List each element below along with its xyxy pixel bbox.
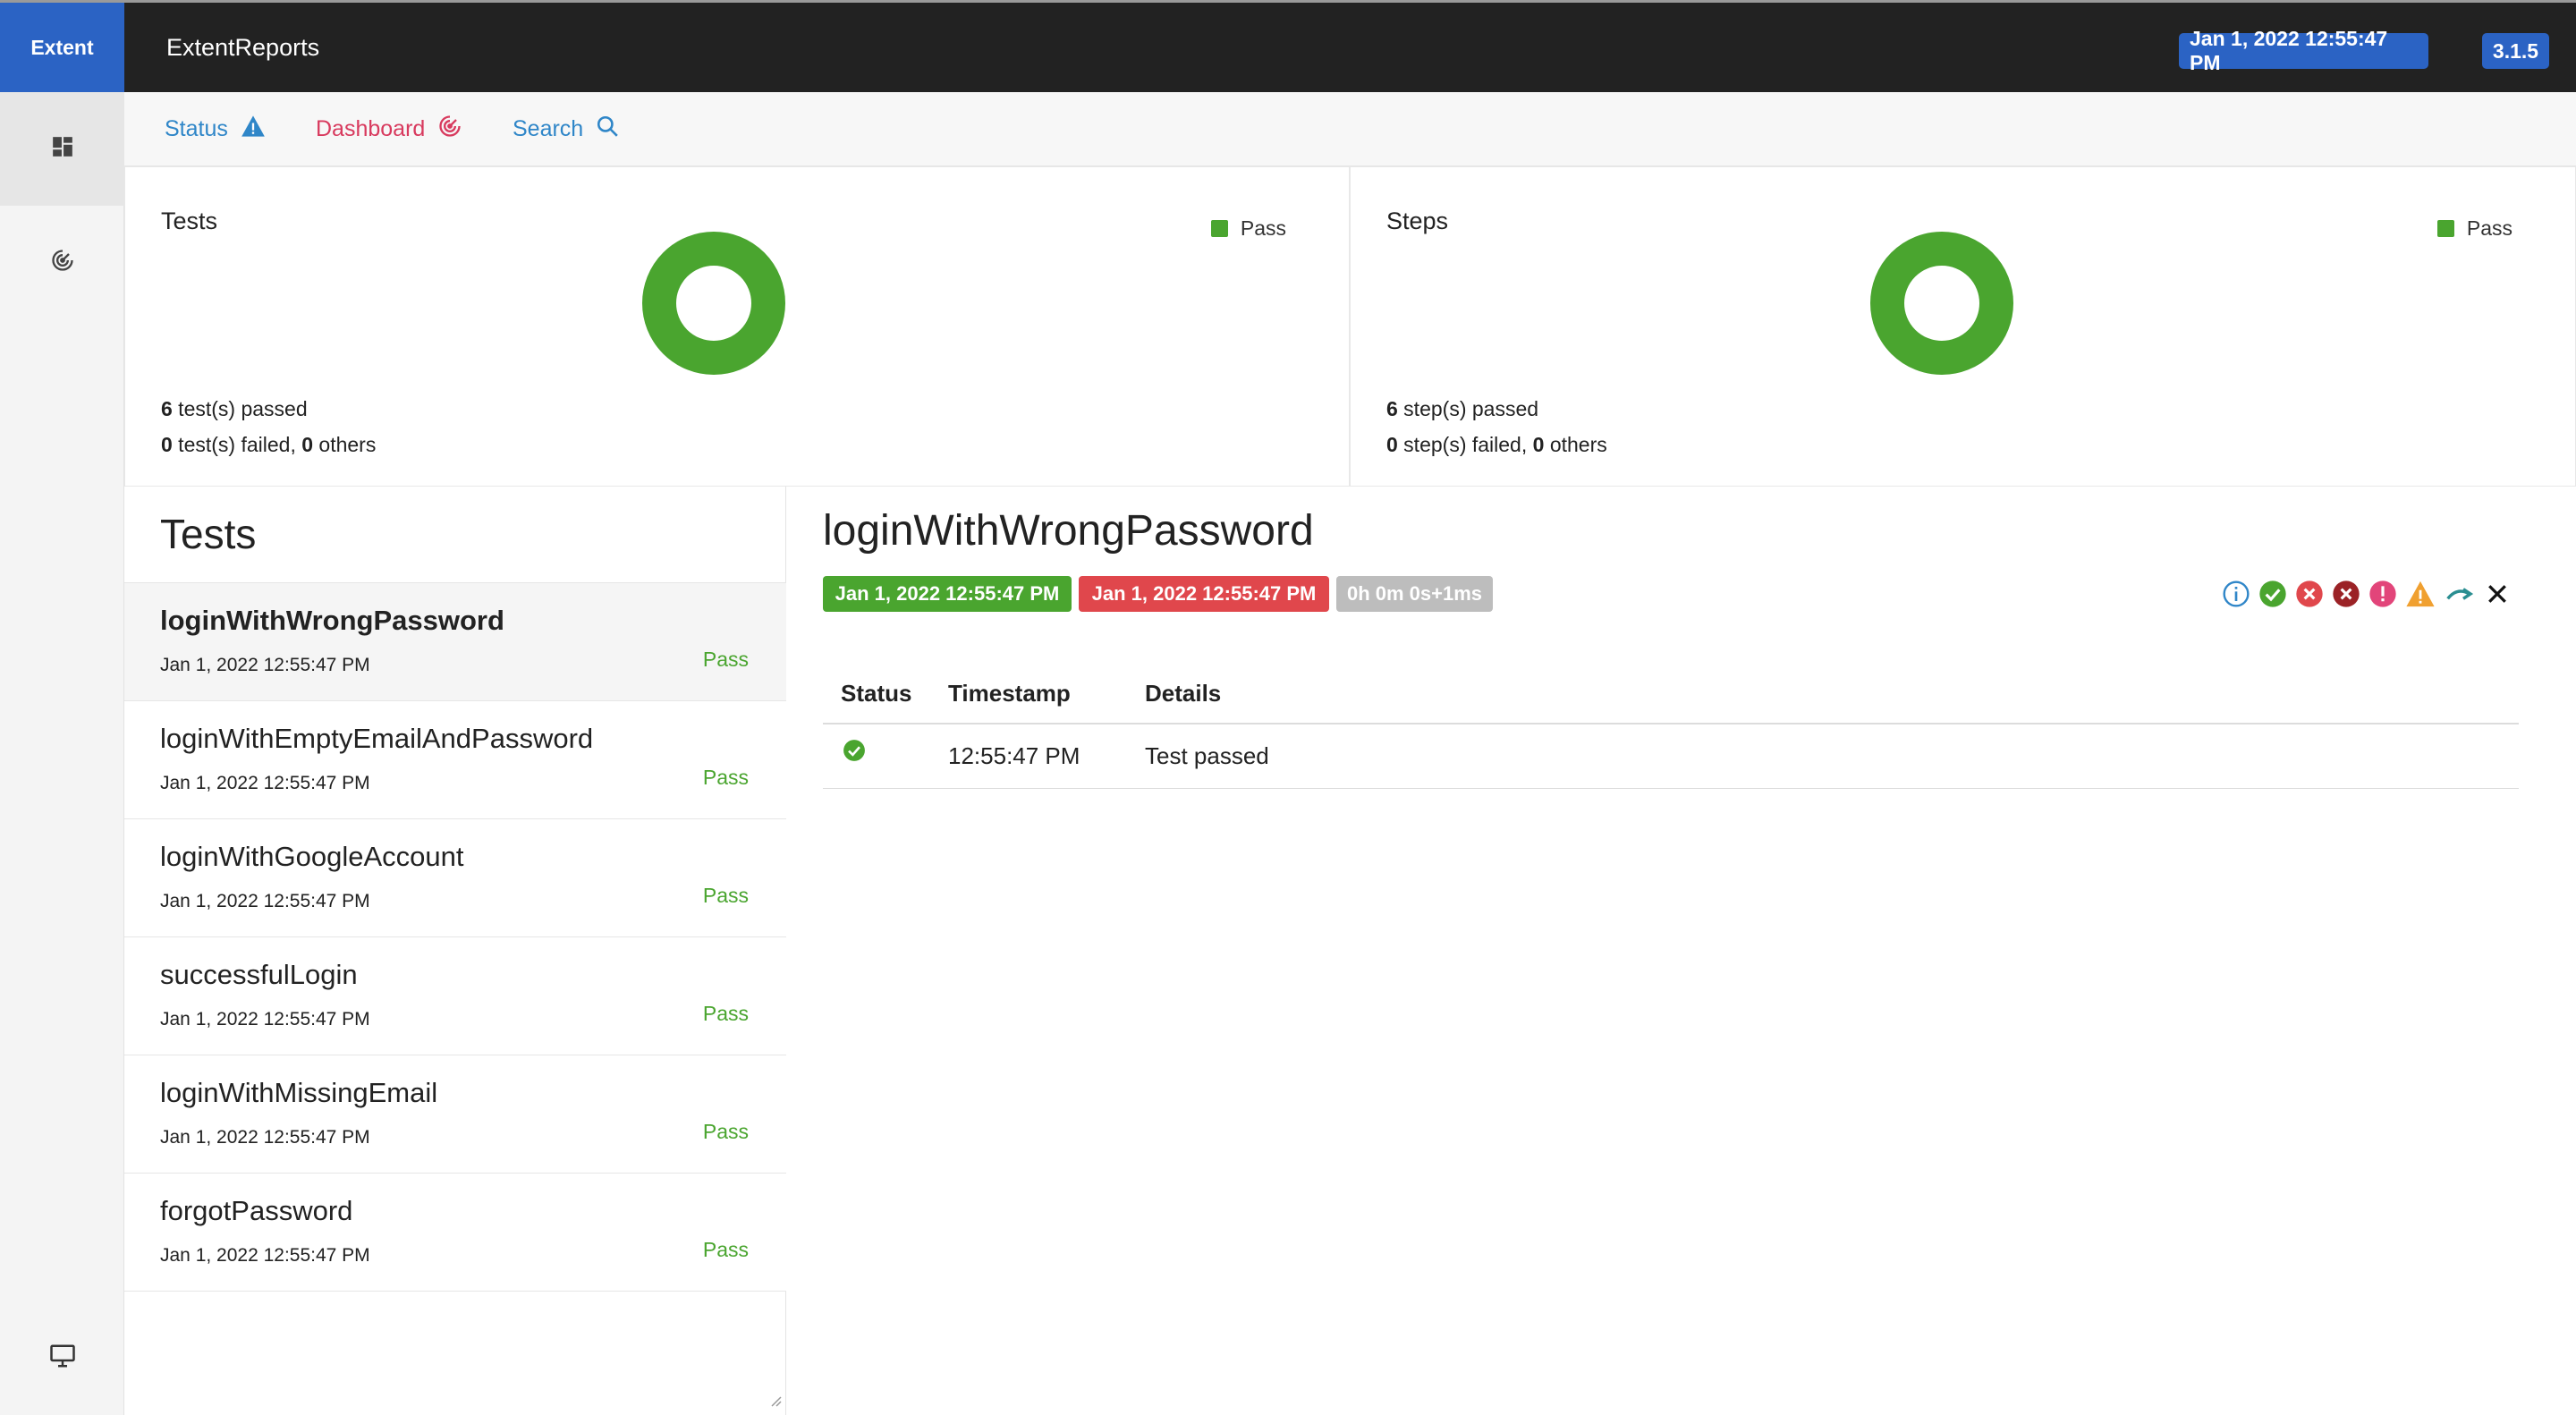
test-name: successfulLogin — [160, 959, 358, 990]
legend-label: Pass — [2466, 216, 2512, 240]
nav-dashboard-link[interactable]: Dashboard — [316, 92, 462, 166]
test-list-item[interactable]: loginWithGoogleAccount Jan 1, 2022 12:55… — [124, 819, 786, 937]
steps-summary-card: Steps Pass 6 step(s) passed 0 step(s) fa… — [1350, 166, 2576, 487]
skip-icon[interactable] — [2444, 580, 2476, 608]
status-filter-toolbar — [2222, 576, 2511, 612]
info-icon[interactable] — [2222, 580, 2250, 608]
col-header-timestamp: Timestamp — [948, 680, 1071, 707]
tests-summary-card: Tests Pass 6 test(s) passed 0 test(s) fa… — [124, 166, 1350, 487]
legend-swatch-pass — [1210, 220, 1228, 237]
radar-icon — [437, 114, 462, 145]
tests-failed-text: 0 test(s) failed, 0 others — [161, 433, 377, 456]
warning-icon[interactable] — [2405, 580, 2436, 608]
table-row: 12:55:47 PM Test passed — [823, 724, 2519, 789]
error-icon[interactable] — [2368, 580, 2397, 608]
radar-icon — [50, 248, 75, 277]
test-status: Pass — [702, 648, 749, 671]
test-name: loginWithMissingEmail — [160, 1077, 438, 1108]
test-list-header: Tests — [124, 487, 786, 583]
test-detail-title: loginWithWrongPassword — [823, 507, 1314, 555]
card-title: Tests — [161, 208, 218, 234]
test-detail-panel: loginWithWrongPassword Jan 1, 2022 12:55… — [787, 487, 2576, 1415]
test-list-item[interactable]: successfulLogin Jan 1, 2022 12:55:47 PM … — [124, 937, 786, 1055]
pass-icon[interactable] — [2258, 580, 2287, 608]
test-status: Pass — [702, 884, 749, 907]
test-list-item[interactable]: loginWithMissingEmail Jan 1, 2022 12:55:… — [124, 1055, 786, 1174]
test-time: Jan 1, 2022 12:55:47 PM — [160, 1009, 370, 1029]
test-status: Pass — [702, 1238, 749, 1261]
dashboard-grid-icon — [51, 135, 74, 163]
version-badge: 3.1.5 — [2482, 33, 2549, 69]
warning-icon — [241, 114, 266, 144]
clear-filter-icon[interactable] — [2484, 580, 2511, 607]
test-list-title: Tests — [160, 511, 257, 557]
report-timestamp-badge: Jan 1, 2022 12:55:47 PM — [2179, 27, 2428, 74]
top-bar: Extent ExtentReports Jan 1, 2022 12:55:4… — [0, 0, 2576, 92]
start-time-badge: Jan 1, 2022 12:55:47 PM — [823, 576, 1072, 612]
steps-passed-text: 6 step(s) passed — [1386, 397, 1539, 420]
nav-bar: Status Dashboard Search — [124, 92, 2576, 166]
pass-check-icon — [843, 739, 866, 767]
nav-status-link[interactable]: Status — [165, 92, 266, 166]
tests-donut-chart — [642, 232, 785, 375]
sidebar-item-test-view[interactable] — [0, 92, 124, 206]
test-time: Jan 1, 2022 12:55:47 PM — [160, 655, 370, 675]
test-time: Jan 1, 2022 12:55:47 PM — [160, 1245, 370, 1266]
test-status: Pass — [702, 1120, 749, 1143]
nav-status-label: Status — [165, 116, 228, 141]
legend-swatch-pass — [2436, 220, 2454, 237]
test-name: forgotPassword — [160, 1195, 353, 1226]
steps-failed-text: 0 step(s) failed, 0 others — [1386, 433, 1607, 456]
resize-grip-icon[interactable] — [767, 1393, 782, 1411]
end-time-badge: Jan 1, 2022 12:55:47 PM — [1079, 576, 1329, 612]
log-table-header: Status Timestamp Details — [823, 665, 2519, 724]
log-table: Status Timestamp Details 12:55:47 PM Tes… — [823, 665, 2519, 789]
sidebar-item-environment[interactable] — [0, 1301, 124, 1415]
test-name: loginWithEmptyEmailAndPassword — [160, 723, 594, 754]
test-time: Jan 1, 2022 12:55:47 PM — [160, 891, 370, 911]
nav-search-link[interactable]: Search — [513, 92, 619, 166]
nav-dashboard-label: Dashboard — [316, 116, 426, 141]
test-list-item[interactable]: loginWithWrongPassword Jan 1, 2022 12:55… — [124, 583, 786, 701]
test-status: Pass — [702, 1002, 749, 1025]
tests-passed-text: 6 test(s) passed — [161, 397, 308, 420]
duration-badge: 0h 0m 0s+1ms — [1336, 576, 1493, 612]
test-name: loginWithGoogleAccount — [160, 841, 464, 872]
nav-search-label: Search — [513, 116, 584, 141]
col-header-details: Details — [1145, 680, 1222, 707]
test-name: loginWithWrongPassword — [160, 605, 504, 636]
chart-legend[interactable]: Pass — [2436, 216, 2512, 241]
brand-logo[interactable]: Extent — [0, 3, 124, 92]
test-list-item[interactable]: forgotPassword Jan 1, 2022 12:55:47 PM P… — [124, 1174, 786, 1292]
app-title: ExtentReports — [166, 33, 320, 61]
fatal-icon[interactable] — [2332, 580, 2360, 608]
col-header-status: Status — [841, 680, 912, 707]
test-list-item[interactable]: loginWithEmptyEmailAndPassword Jan 1, 20… — [124, 701, 786, 819]
legend-label: Pass — [1240, 216, 1286, 240]
test-time: Jan 1, 2022 12:55:47 PM — [160, 773, 370, 793]
left-sidebar — [0, 92, 124, 1415]
log-details: Test passed — [1145, 742, 1269, 769]
search-icon — [596, 114, 619, 144]
test-status: Pass — [702, 766, 749, 789]
fail-icon[interactable] — [2295, 580, 2324, 608]
steps-donut-chart — [1870, 232, 2013, 375]
chart-legend[interactable]: Pass — [1210, 216, 1286, 241]
log-timestamp: 12:55:47 PM — [948, 742, 1080, 769]
monitor-icon — [49, 1343, 76, 1373]
card-title: Steps — [1386, 208, 1449, 234]
test-time: Jan 1, 2022 12:55:47 PM — [160, 1127, 370, 1148]
test-list-panel: Tests loginWithWrongPassword Jan 1, 2022… — [124, 487, 786, 1415]
sidebar-item-dashboard[interactable] — [0, 206, 124, 319]
